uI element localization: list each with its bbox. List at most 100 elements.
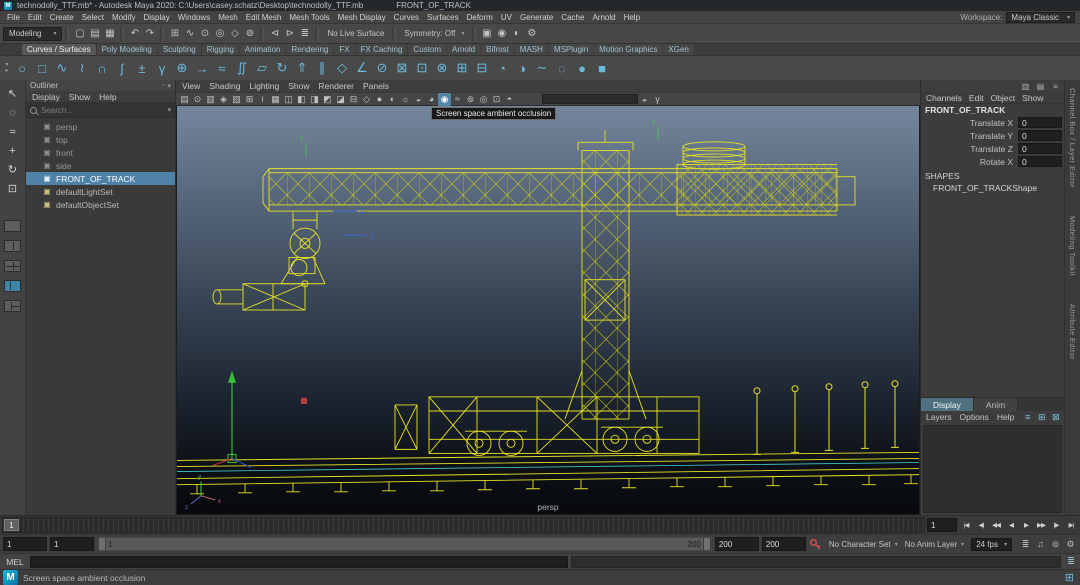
outliner-menu-item[interactable]: Show xyxy=(69,92,90,102)
layer-list[interactable] xyxy=(923,425,1062,513)
surface-sphere-icon[interactable]: ● xyxy=(572,58,592,78)
input-connections-icon[interactable]: ⊲ xyxy=(267,26,282,41)
menu-item[interactable]: Cache xyxy=(557,13,588,22)
shelf-tab[interactable]: MSPlugin xyxy=(549,44,593,55)
ep-curve-icon[interactable]: ∿ xyxy=(52,58,72,78)
save-scene-icon[interactable]: ▦ xyxy=(102,26,117,41)
snap-view-plane-icon[interactable]: ◇ xyxy=(227,26,242,41)
exposure-icon[interactable]: ◓ xyxy=(503,93,516,106)
layout-two-pane-button[interactable] xyxy=(4,240,21,252)
layout-three-pane-button[interactable] xyxy=(4,300,21,312)
open-scene-icon[interactable]: ▤ xyxy=(87,26,102,41)
detach-surfaces-icon[interactable]: ⊟ xyxy=(472,58,492,78)
command-line-mode[interactable]: MEL xyxy=(0,557,30,567)
gamma-slider-icon[interactable]: γ xyxy=(651,93,664,106)
outliner-item[interactable]: ▣ defaultObjectSet xyxy=(26,198,175,211)
mute-audio-icon[interactable]: ♫ xyxy=(1034,539,1047,550)
menu-item[interactable]: Arnold xyxy=(588,13,619,22)
step-back-key-button[interactable]: ◀◀ xyxy=(989,518,1003,533)
shelf-tab[interactable]: Motion Graphics xyxy=(594,44,662,55)
viewport-canvas[interactable]: Screen space ambient occlusion xyxy=(176,106,920,515)
auto-key-icon[interactable] xyxy=(809,538,822,551)
channel-value-field[interactable]: 0 xyxy=(1018,117,1062,128)
menu-item[interactable]: Deform xyxy=(463,13,497,22)
shelf-tab[interactable]: Rendering xyxy=(286,44,333,55)
ssao-icon[interactable]: ◉ xyxy=(438,93,451,106)
outliner-item[interactable]: ▣ persp xyxy=(26,120,175,133)
output-connections-icon[interactable]: ⊳ xyxy=(282,26,297,41)
redo-icon[interactable]: ↷ xyxy=(142,26,157,41)
playback-end-field[interactable]: 200 xyxy=(715,537,759,551)
xray-icon[interactable]: ◕ xyxy=(425,93,438,106)
exposure-slider-icon[interactable]: ◒ xyxy=(638,93,651,106)
new-empty-layer-icon[interactable]: ⊞ xyxy=(1036,412,1047,423)
extrude-icon[interactable]: ⇑ xyxy=(292,58,312,78)
bevel-plus-icon[interactable]: ∠ xyxy=(352,58,372,78)
construction-history-icon[interactable]: ≣ xyxy=(297,26,312,41)
outliner-menu-item[interactable]: Help xyxy=(99,92,116,102)
layer-menu-item[interactable]: Options xyxy=(960,412,989,422)
shelf-tab[interactable]: Rigging xyxy=(202,44,239,55)
outliner-menu-item[interactable]: Display xyxy=(32,92,60,102)
sidebar-strip-tab[interactable]: Modeling Toolkit xyxy=(1068,216,1077,276)
viewport-menu-item[interactable]: Panels xyxy=(363,81,389,91)
cv-curve-icon[interactable]: ◌ xyxy=(552,58,572,78)
character-set-selector[interactable]: No Character Set ▾ xyxy=(829,540,898,549)
menu-item[interactable]: Generate xyxy=(516,13,557,22)
field-chart-icon[interactable]: ◩ xyxy=(321,93,334,106)
insert-knot-icon[interactable]: ⊕ xyxy=(172,58,192,78)
snap-point-icon[interactable]: ⊙ xyxy=(197,26,212,41)
arc-curve-icon[interactable]: ∩ xyxy=(92,58,112,78)
layer-menu-item[interactable]: Help xyxy=(997,412,1014,422)
shelf-tab[interactable]: Bifrost xyxy=(481,44,514,55)
boundary-icon[interactable]: ◇ xyxy=(332,58,352,78)
wireframe-icon[interactable]: ◇ xyxy=(360,93,373,106)
go-to-start-button[interactable]: |◀ xyxy=(959,518,973,533)
channel-box-menu-item[interactable]: Channels xyxy=(926,93,962,103)
motion-blur-icon[interactable]: ≈ xyxy=(451,93,464,106)
viewport-menu-item[interactable]: View xyxy=(182,81,200,91)
bezier-curve-icon[interactable]: ʃ xyxy=(112,58,132,78)
snap-grid-icon[interactable]: ⊞ xyxy=(167,26,182,41)
extend-curve-icon[interactable]: → xyxy=(192,58,212,78)
outliner-item[interactable]: ▣ defaultLightSet xyxy=(26,185,175,198)
filter-icon[interactable]: ▾ xyxy=(167,106,171,114)
scene-svg[interactable]: Z Z y y xyxy=(177,106,919,514)
render-view-icon[interactable]: ▣ xyxy=(479,26,494,41)
birail-icon[interactable]: ∥ xyxy=(312,58,332,78)
grid-toggle-icon[interactable]: ▦ xyxy=(269,93,282,106)
resolution-gate-icon[interactable]: ◧ xyxy=(295,93,308,106)
planar-icon[interactable]: ▱ xyxy=(252,58,272,78)
attach-surfaces-icon[interactable]: ⊞ xyxy=(452,58,472,78)
rebuild-curve-icon[interactable]: ◑ xyxy=(512,58,532,78)
layer-options-icon[interactable]: ≡ xyxy=(1022,412,1033,423)
camera-attributes-icon[interactable]: ▥ xyxy=(204,93,217,106)
gate-mask-icon[interactable]: ◨ xyxy=(308,93,321,106)
range-slider-bar[interactable]: 1 200 xyxy=(97,537,712,551)
safe-title-icon[interactable]: ⊟ xyxy=(347,93,360,106)
safe-action-icon[interactable]: ◪ xyxy=(334,93,347,106)
panel-detach-icon[interactable]: ▫ xyxy=(162,82,164,90)
menu-item[interactable]: Select xyxy=(78,13,108,22)
scale-tool-icon[interactable]: ⊡ xyxy=(3,179,22,198)
viewport-menu-item[interactable]: Shading xyxy=(209,81,240,91)
channel-box-object-name[interactable]: FRONT_OF_TRACK xyxy=(921,104,1064,116)
workspace-selector[interactable]: Maya Classic ▾ xyxy=(1006,12,1075,23)
snap-curve-icon[interactable]: ∿ xyxy=(182,26,197,41)
image-plane-icon[interactable]: ▧ xyxy=(230,93,243,106)
textured-icon[interactable]: ◐ xyxy=(386,93,399,106)
use-lights-icon[interactable]: ☼ xyxy=(399,93,412,106)
ipr-render-icon[interactable]: ◐ xyxy=(509,26,524,41)
trim-icon[interactable]: ⊠ xyxy=(392,58,412,78)
viewport-menu-item[interactable]: Lighting xyxy=(249,81,279,91)
nurbs-circle-icon[interactable]: ○ xyxy=(12,58,32,78)
evaluation-icon[interactable]: ⊜ xyxy=(1049,539,1062,550)
shelf-tab[interactable]: FX xyxy=(334,44,354,55)
bookmarks-icon[interactable]: ◈ xyxy=(217,93,230,106)
untrim-icon[interactable]: ⊡ xyxy=(412,58,432,78)
paint-select-tool-icon[interactable]: ≈ xyxy=(3,122,22,141)
shelf-tab[interactable]: MASH xyxy=(515,44,548,55)
locator-marker[interactable] xyxy=(301,398,307,404)
smooth-curve-icon[interactable]: ∼ xyxy=(532,58,552,78)
sidebar-strip-tab[interactable]: Attribute Editor xyxy=(1068,304,1077,360)
